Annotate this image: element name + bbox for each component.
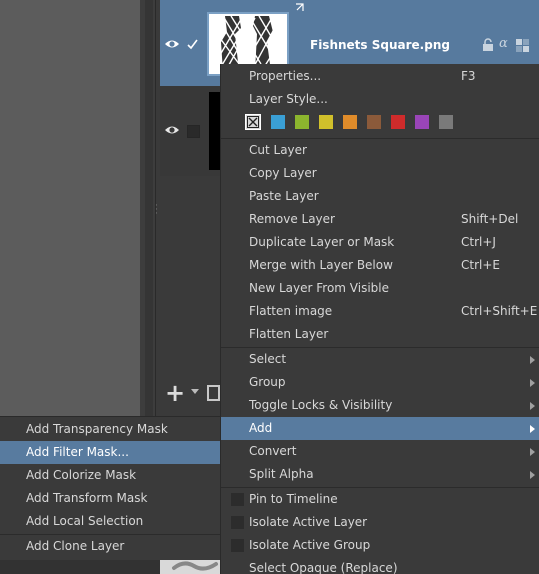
menu-item-new-from-visible[interactable]: New Layer From Visible xyxy=(221,277,539,300)
panel-resize-grip[interactable]: · · · xyxy=(155,202,159,220)
menu-item-cut-layer[interactable]: Cut Layer xyxy=(221,139,539,162)
color-label-green-button[interactable] xyxy=(295,115,309,129)
color-label-purple-button[interactable] xyxy=(415,115,429,129)
menu-item-label: Select xyxy=(249,352,287,366)
menu-item-properties[interactable]: Properties... F3 xyxy=(221,65,539,88)
submenu-arrow-icon xyxy=(530,356,535,364)
submenu-item-add-colorize-mask[interactable]: Add Colorize Mask xyxy=(0,464,220,487)
menu-item-label: Isolate Active Group xyxy=(249,538,371,552)
submenu-arrow-icon xyxy=(530,425,535,433)
layer-context-menu: Properties... F3 Layer Style... Cut Laye… xyxy=(220,64,539,574)
menu-item-shortcut: Shift+Del xyxy=(461,212,519,226)
menu-item-shortcut: F3 xyxy=(461,69,476,83)
color-label-orange-button[interactable] xyxy=(343,115,357,129)
submenu-item-label: Add Transparency Mask xyxy=(26,422,168,436)
menu-item-label: Add xyxy=(249,421,273,435)
menu-item-label: Select Opaque (Replace) xyxy=(249,561,398,574)
menu-item-copy-layer[interactable]: Copy Layer xyxy=(221,162,539,185)
lock-icon[interactable] xyxy=(482,38,494,51)
submenu-arrow-icon xyxy=(530,402,535,410)
menu-item-label: Toggle Locks & Visibility xyxy=(249,398,393,412)
menu-item-add[interactable]: Add xyxy=(221,417,539,440)
submenu-item-add-clone-layer[interactable]: Add Clone Layer xyxy=(0,535,220,558)
menu-item-flatten-image[interactable]: Flatten image Ctrl+Shift+E xyxy=(221,300,539,323)
add-submenu: Add Transparency Mask Add Filter Mask...… xyxy=(0,416,220,560)
submenu-item-add-filter-mask[interactable]: Add Filter Mask... xyxy=(0,441,220,464)
menu-item-remove-layer[interactable]: Remove Layer Shift+Del xyxy=(221,208,539,231)
submenu-item-label: Add Local Selection xyxy=(26,514,144,528)
menu-item-flatten-layer[interactable]: Flatten Layer xyxy=(221,323,539,346)
menu-item-merge-down[interactable]: Merge with Layer Below Ctrl+E xyxy=(221,254,539,277)
color-label-red-button[interactable] xyxy=(391,115,405,129)
menu-item-label: Flatten image xyxy=(249,304,333,318)
visibility-eye-icon[interactable] xyxy=(164,124,180,136)
menu-item-label: Layer Style... xyxy=(249,92,328,106)
menu-item-shortcut: Ctrl+Shift+E xyxy=(461,304,538,318)
menu-item-label: Group xyxy=(249,375,286,389)
submenu-item-add-local-selection[interactable]: Add Local Selection xyxy=(0,510,220,533)
visibility-eye-icon[interactable] xyxy=(164,38,180,50)
scrollbar-track xyxy=(145,0,153,416)
menu-item-label: Convert xyxy=(249,444,297,458)
layer-corner-arrow-icon xyxy=(296,3,304,11)
color-label-grey-button[interactable] xyxy=(439,115,453,129)
menu-item-label: New Layer From Visible xyxy=(249,281,390,295)
alpha-lock-icon[interactable]: α xyxy=(499,36,508,51)
menu-item-pin-to-timeline[interactable]: Pin to Timeline xyxy=(221,488,539,511)
add-layer-dropdown-icon[interactable] xyxy=(191,389,199,394)
submenu-item-label: Add Colorize Mask xyxy=(26,468,137,482)
menu-item-label: Paste Layer xyxy=(249,189,319,203)
menu-item-paste-layer[interactable]: Paste Layer xyxy=(221,185,539,208)
menu-item-select[interactable]: Select xyxy=(221,348,539,371)
layer-properties-icons: α xyxy=(482,36,537,52)
menu-item-label: Flatten Layer xyxy=(249,327,329,341)
menu-item-label: Remove Layer xyxy=(249,212,335,226)
menu-item-layer-style[interactable]: Layer Style... xyxy=(221,88,539,111)
menu-item-split-alpha[interactable]: Split Alpha xyxy=(221,463,539,486)
submenu-item-add-transform-mask[interactable]: Add Transform Mask xyxy=(0,487,220,510)
layer-checkbox-icon[interactable] xyxy=(186,38,199,51)
menu-checkbox[interactable] xyxy=(231,539,244,552)
color-label-none-button[interactable] xyxy=(245,114,261,130)
menu-item-label: Copy Layer xyxy=(249,166,317,180)
submenu-item-label: Add Filter Mask... xyxy=(26,445,129,459)
menu-item-convert[interactable]: Convert xyxy=(221,440,539,463)
menu-item-toggle-locks[interactable]: Toggle Locks & Visibility xyxy=(221,394,539,417)
menu-item-label: Merge with Layer Below xyxy=(249,258,393,272)
menu-item-shortcut: Ctrl+J xyxy=(461,235,496,249)
layer-checkbox[interactable] xyxy=(187,125,200,138)
submenu-arrow-icon xyxy=(530,471,535,479)
color-label-blue-button[interactable] xyxy=(271,115,285,129)
menu-item-group[interactable]: Group xyxy=(221,371,539,394)
submenu-item-add-transparency-mask[interactable]: Add Transparency Mask xyxy=(0,418,220,441)
menu-item-label: Cut Layer xyxy=(249,143,307,157)
no-color-x-icon xyxy=(247,116,259,128)
menu-item-label: Properties... xyxy=(249,69,322,83)
menu-item-label: Isolate Active Layer xyxy=(249,515,368,529)
menu-item-shortcut: Ctrl+E xyxy=(461,258,500,272)
submenu-arrow-icon xyxy=(530,448,535,456)
submenu-item-label: Add Clone Layer xyxy=(26,539,125,553)
submenu-item-label: Add Transform Mask xyxy=(26,491,148,505)
layer-thumbnail xyxy=(209,92,220,170)
menu-item-isolate-active-layer[interactable]: Isolate Active Layer xyxy=(221,511,539,534)
submenu-arrow-icon xyxy=(530,379,535,387)
menu-item-duplicate-layer[interactable]: Duplicate Layer or Mask Ctrl+J xyxy=(221,231,539,254)
canvas-area xyxy=(0,0,140,416)
menu-item-label: Duplicate Layer or Mask xyxy=(249,235,395,249)
duplicate-layer-icon[interactable] xyxy=(207,385,220,401)
menu-item-label: Pin to Timeline xyxy=(249,492,338,506)
inherit-alpha-icon[interactable] xyxy=(516,39,529,52)
menu-item-label: Split Alpha xyxy=(249,467,314,481)
add-layer-plus-icon[interactable]: + xyxy=(165,379,185,407)
menu-checkbox[interactable] xyxy=(231,516,244,529)
menu-item-select-opaque[interactable]: Select Opaque (Replace) xyxy=(221,557,539,574)
layer-name[interactable]: Fishnets Square.png xyxy=(310,38,450,52)
color-label-yellow-button[interactable] xyxy=(319,115,333,129)
color-label-brown-button[interactable] xyxy=(367,115,381,129)
menu-item-isolate-active-group[interactable]: Isolate Active Group xyxy=(221,534,539,557)
menu-checkbox[interactable] xyxy=(231,493,244,506)
